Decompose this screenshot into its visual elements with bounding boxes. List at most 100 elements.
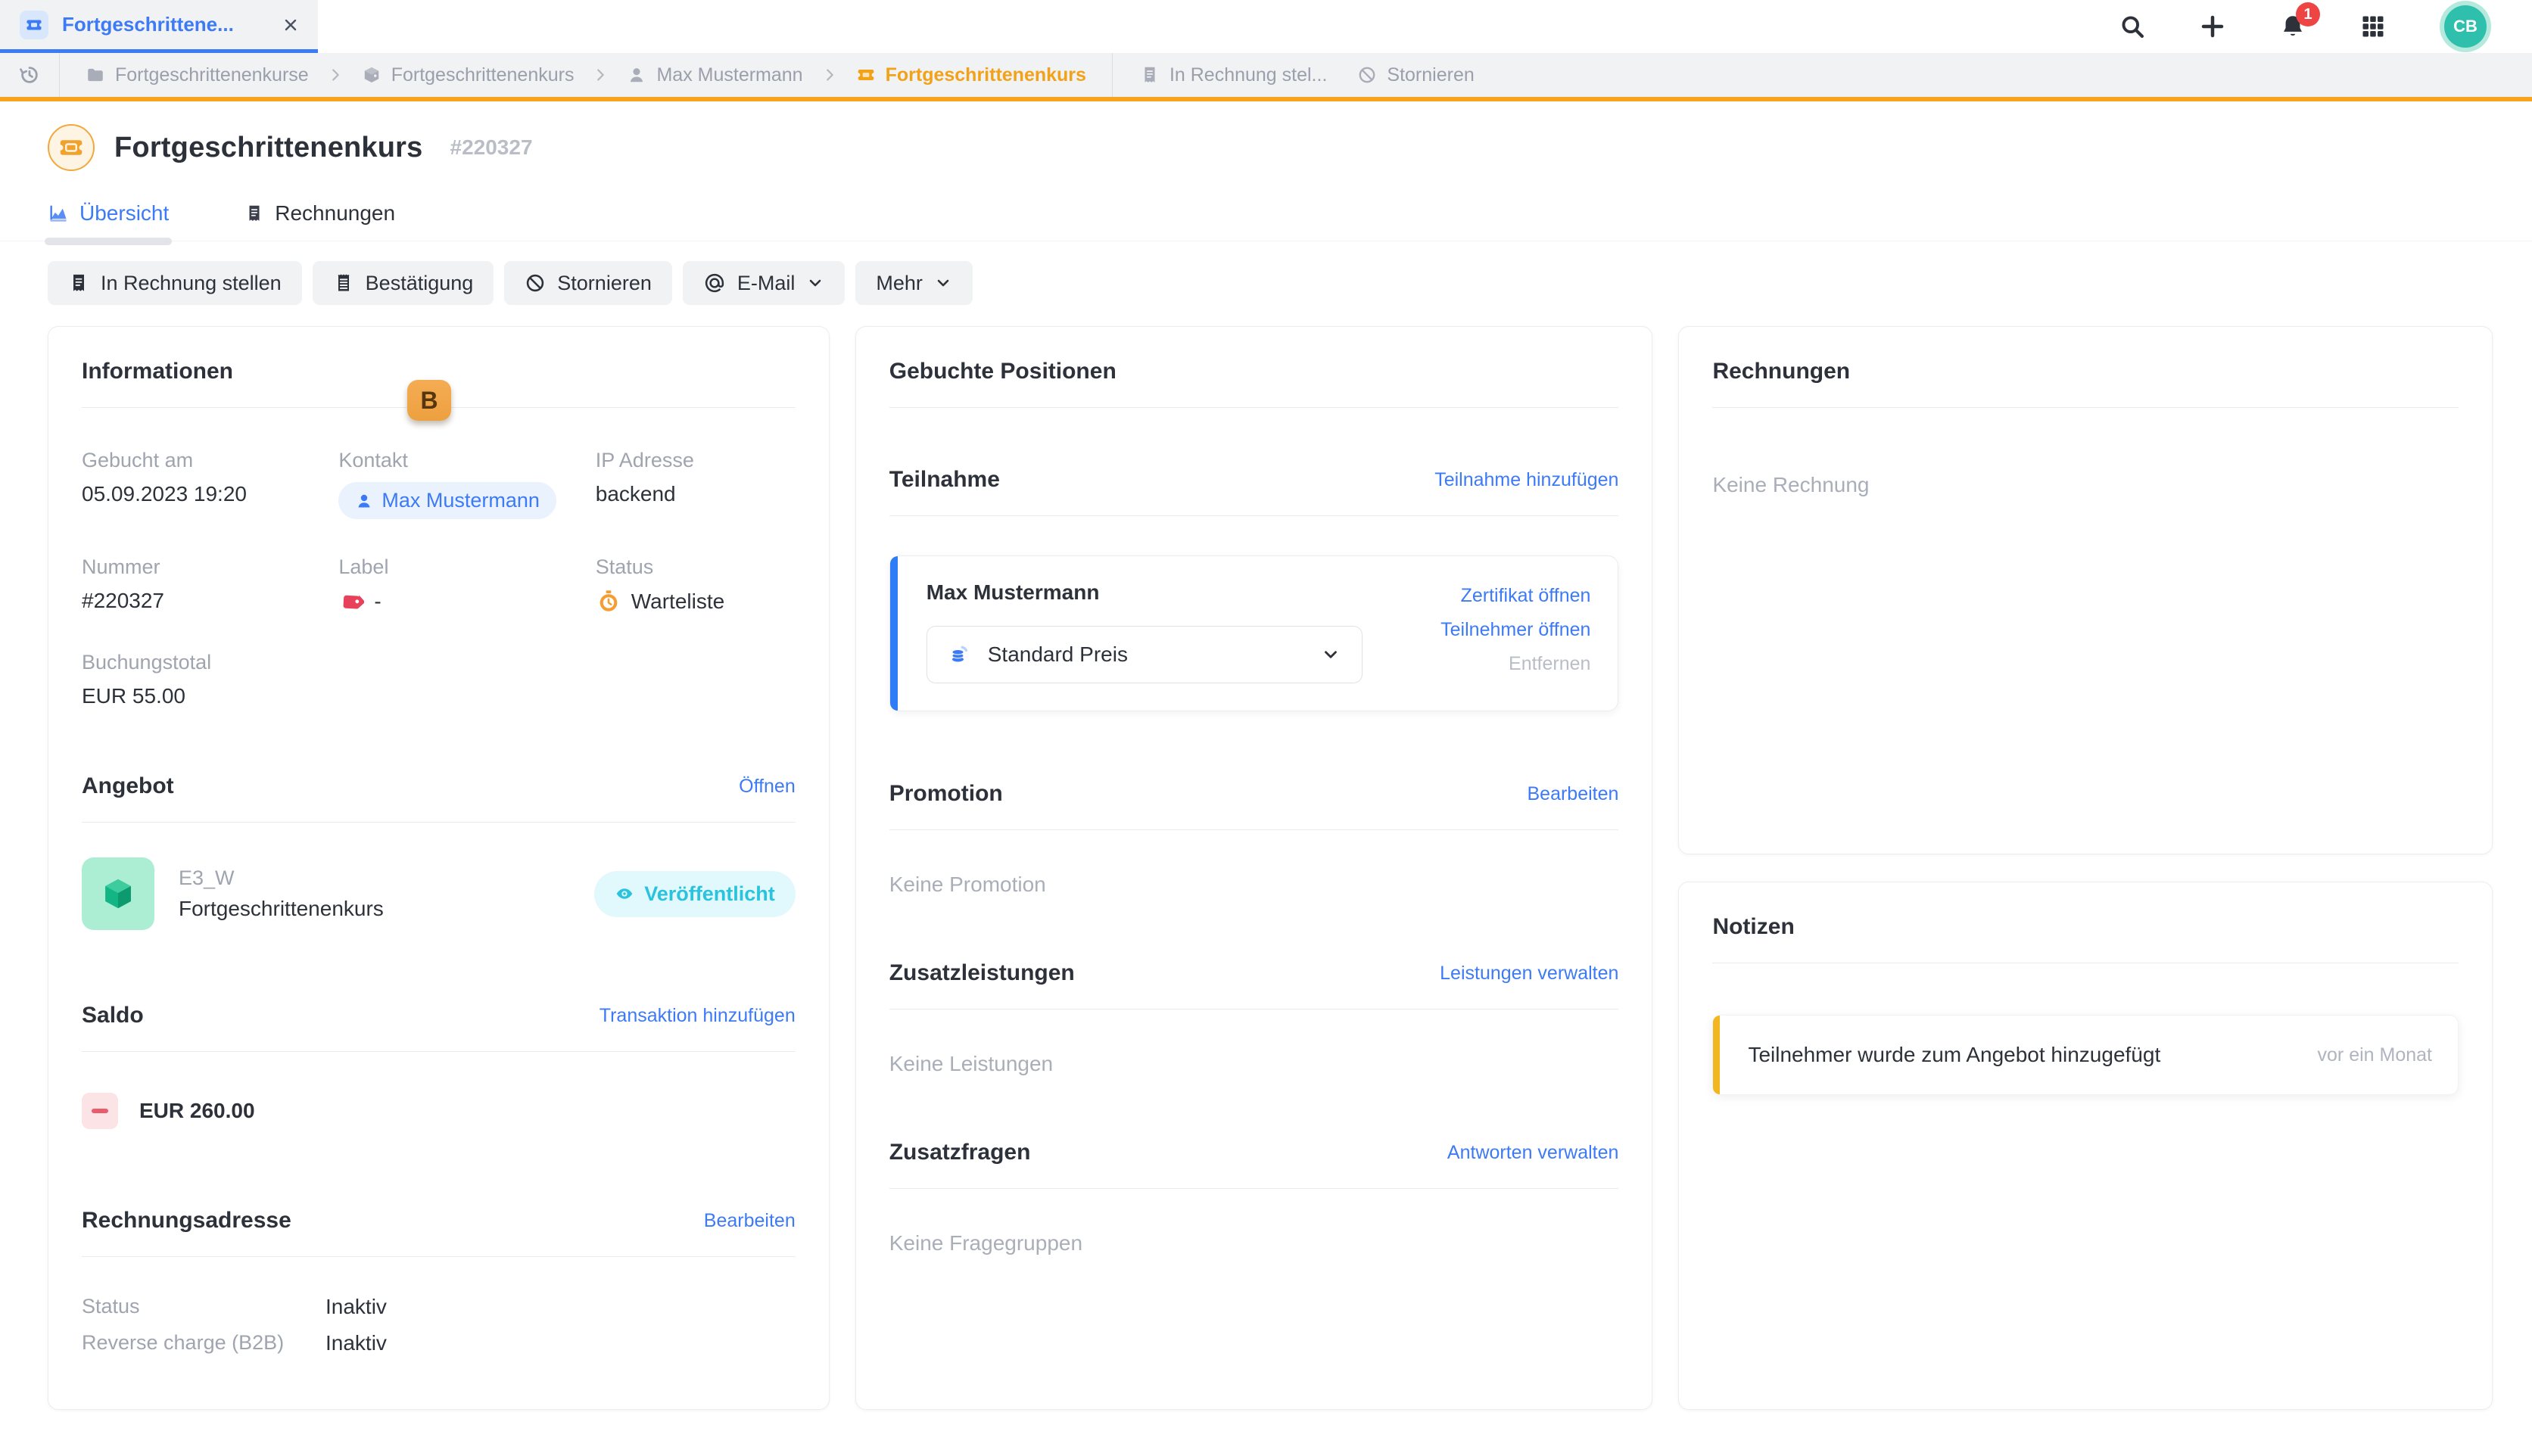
offer-name: Fortgeschrittenenkurs: [179, 897, 384, 921]
offer-item[interactable]: E3_W Fortgeschrittenenkurs Veröffentlich…: [82, 857, 796, 930]
note-text: Teilnehmer wurde zum Angebot hinzugefügt: [1748, 1043, 2160, 1067]
participant-actions: Zertifikat öffnen Teilnehmer öffnen Entf…: [1440, 580, 1590, 683]
invoice-icon: [68, 272, 89, 294]
edit-address-link[interactable]: Bearbeiten: [704, 1210, 796, 1232]
address-rows: Status Inaktiv Reverse charge (B2B) Inak…: [82, 1295, 796, 1355]
zusatzfragen-section: Zusatzfragen Antworten verwalten Keine F…: [889, 1140, 1619, 1255]
notizen-card: Notizen Teilnehmer wurde zum Angebot hin…: [1678, 882, 2493, 1410]
teilnahme-section: Teilnahme Teilnahme hinzufügen Max Muste…: [889, 467, 1619, 711]
field-kontakt: Kontakt Max Mustermann: [338, 449, 595, 519]
button-label: Bestätigung: [366, 272, 474, 295]
ticket-icon: [856, 65, 876, 85]
angebot-section: Angebot Öffnen E3_W Fortgeschrittenenkur…: [82, 773, 796, 930]
page-title: Fortgeschrittenenkurs: [114, 132, 423, 164]
manage-answers-link[interactable]: Antworten verwalten: [1447, 1142, 1619, 1164]
breadcrumb-label: Max Mustermann: [656, 64, 802, 86]
remove-participant-link[interactable]: Entfernen: [1509, 653, 1590, 675]
button-label: In Rechnung stellen: [101, 272, 282, 295]
add-participation-link[interactable]: Teilnahme hinzufügen: [1434, 469, 1618, 491]
field-ip-adresse: IP Adresse backend: [596, 449, 796, 519]
at-icon: [703, 272, 726, 294]
participant-item: Max Mustermann Standard Preis Zertifikat…: [889, 555, 1619, 711]
divider: [1712, 407, 2459, 408]
cancel-button[interactable]: Stornieren: [504, 261, 672, 305]
page-tabs: Übersicht Rechnungen: [0, 201, 2532, 241]
confirmation-button[interactable]: Bestätigung: [313, 261, 494, 305]
invoice-icon: [1140, 65, 1160, 85]
invoice-button[interactable]: In Rechnung stellen: [48, 261, 302, 305]
note-item[interactable]: Teilnehmer wurde zum Angebot hinzugefügt…: [1712, 1015, 2459, 1095]
empty-questions: Keine Fragegruppen: [889, 1231, 1619, 1255]
section-title: Rechnungsadresse: [82, 1208, 291, 1234]
breadcrumb: Fortgeschrittenenkurse Fortgeschrittenen…: [0, 53, 2532, 101]
negative-balance-icon: [82, 1093, 118, 1129]
tag-icon: [338, 589, 364, 614]
avatar[interactable]: CB: [2444, 5, 2487, 48]
tab-label: Rechnungen: [275, 201, 395, 226]
apps-grid-icon[interactable]: [2359, 13, 2387, 40]
quick-action-cancel[interactable]: Stornieren: [1357, 64, 1474, 86]
tab-label: Übersicht: [79, 201, 169, 226]
section-title: Saldo: [82, 1003, 144, 1028]
price-select[interactable]: Standard Preis: [927, 626, 1363, 683]
breadcrumb-quick-actions: In Rechnung stel... Stornieren: [1113, 64, 1502, 86]
breadcrumb-item-kontakt[interactable]: Max Mustermann: [627, 64, 802, 86]
package-icon: [362, 65, 382, 85]
zusatzleistungen-section: Zusatzleistungen Leistungen verwalten Ke…: [889, 960, 1619, 1076]
breadcrumb-label: Fortgeschrittenenkurs: [391, 64, 575, 86]
open-participant-link[interactable]: Teilnehmer öffnen: [1440, 619, 1590, 641]
manage-services-link[interactable]: Leistungen verwalten: [1440, 963, 1618, 985]
close-tab-icon[interactable]: [282, 16, 300, 34]
saldo-amount: EUR 260.00: [139, 1099, 255, 1123]
tab-rechnungen[interactable]: Rechnungen: [244, 201, 395, 226]
breadcrumb-label: Fortgeschrittenenkurs: [886, 64, 1086, 86]
empty-invoices: Keine Rechnung: [1712, 473, 2459, 497]
open-offer-link[interactable]: Öffnen: [739, 776, 796, 798]
slash-circle-icon: [1357, 65, 1377, 85]
breadcrumb-item-kurse[interactable]: Fortgeschrittenenkurse: [86, 64, 309, 86]
record-id: #220327: [450, 135, 533, 160]
contact-chip[interactable]: Max Mustermann: [338, 482, 556, 519]
divider: [889, 1009, 1619, 1010]
app-tab[interactable]: Fortgeschrittene...: [0, 0, 318, 53]
empty-promotion: Keine Promotion: [889, 873, 1619, 897]
add-transaction-link[interactable]: Transaktion hinzufügen: [600, 1005, 796, 1027]
divider: [889, 829, 1619, 830]
topbar-actions: 1 CB: [2119, 0, 2532, 53]
invoice-icon: [244, 204, 264, 223]
positionen-card: Gebuchte Positionen Teilnahme Teilnahme …: [855, 326, 1653, 1410]
more-button[interactable]: Mehr: [855, 261, 973, 305]
section-title: Zusatzleistungen: [889, 960, 1075, 986]
section-title: Rechnungen: [1712, 359, 1850, 384]
breadcrumb-item-current[interactable]: Fortgeschrittenenkurs: [856, 64, 1086, 86]
tab-uebersicht[interactable]: Übersicht: [48, 201, 169, 226]
notifications-bell-icon[interactable]: 1: [2279, 13, 2306, 40]
published-badge: Veröffentlicht: [594, 871, 796, 917]
published-label: Veröffentlicht: [644, 882, 775, 906]
email-button[interactable]: E-Mail: [683, 261, 846, 305]
field-nummer: Nummer #220327: [82, 555, 338, 614]
breadcrumb-label: Fortgeschrittenenkurse: [115, 64, 309, 86]
rechnungsadresse-section: Rechnungsadresse Bearbeiten Status Inakt…: [82, 1208, 796, 1355]
button-label: Mehr: [876, 272, 923, 295]
app-tab-label: Fortgeschrittene...: [62, 13, 268, 36]
add-icon[interactable]: [2199, 13, 2226, 40]
history-icon[interactable]: [0, 64, 59, 86]
ticket-icon: [20, 11, 48, 39]
person-icon: [355, 492, 373, 510]
main-content: Fortgeschrittenenkurs #220327 Übersicht …: [0, 101, 2532, 1410]
open-certificate-link[interactable]: Zertifikat öffnen: [1461, 585, 1591, 607]
section-title: Notizen: [1712, 914, 1794, 940]
edit-promotion-link[interactable]: Bearbeiten: [1528, 783, 1619, 805]
quick-action-invoice[interactable]: In Rechnung stel...: [1140, 64, 1327, 86]
info-grid: Gebucht am 05.09.2023 19:20 Kontakt Max …: [82, 449, 796, 708]
area-chart-icon: [48, 203, 69, 224]
search-icon[interactable]: [2119, 13, 2146, 40]
breadcrumb-item-kurs[interactable]: Fortgeschrittenenkurs: [362, 64, 575, 86]
receipt-icon: [333, 272, 354, 294]
price-select-value: Standard Preis: [988, 642, 1128, 667]
slash-circle-icon: [525, 272, 546, 294]
section-title: Informationen: [82, 359, 233, 384]
quick-action-label: In Rechnung stel...: [1169, 64, 1327, 86]
eye-icon: [615, 884, 634, 904]
